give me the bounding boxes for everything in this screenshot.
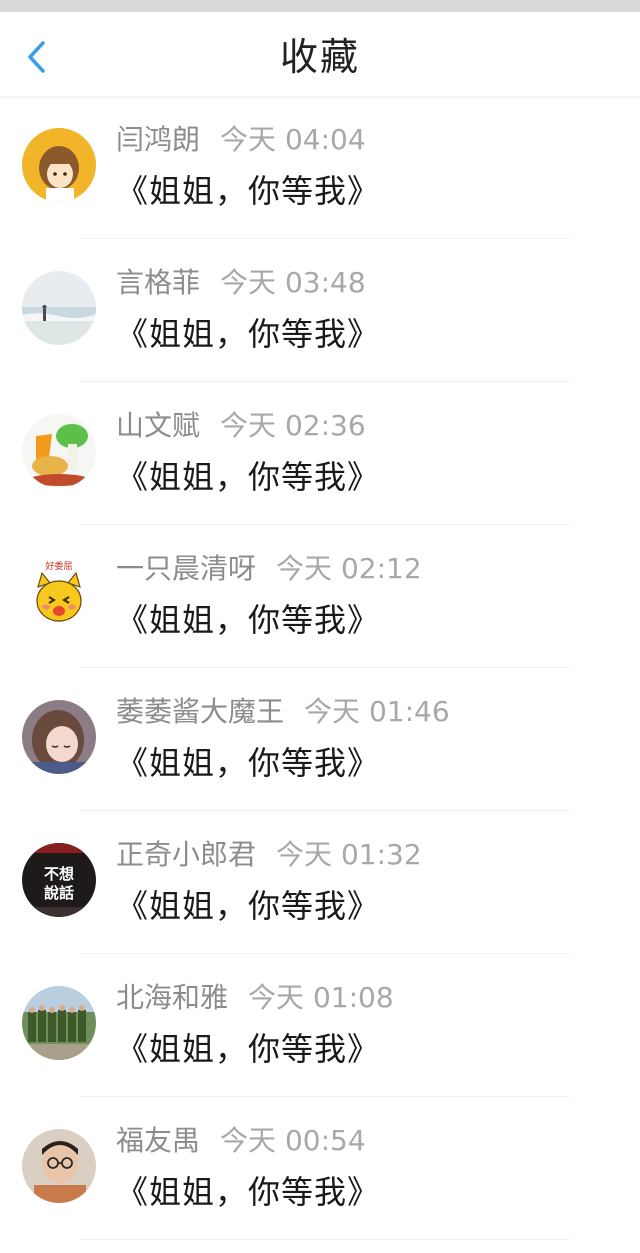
list-item[interactable]: 萎萎酱大魔王 今天 01:46 《姐姐，你等我》	[0, 668, 640, 811]
beach-photo-avatar[interactable]	[22, 271, 96, 345]
list-item[interactable]: 山文赋 今天 02:36 《姐姐，你等我》	[0, 382, 640, 525]
item-date: 今天	[276, 552, 333, 585]
cartoon-girl-avatar[interactable]	[22, 128, 96, 202]
item-time: 01:46	[368, 695, 450, 728]
item-meta: 正奇小郎君 今天 01:32	[116, 835, 422, 875]
item-meta: 一只晨清呀 今天 02:12	[116, 549, 422, 589]
item-date: 今天	[220, 266, 277, 299]
vegetables-avatar[interactable]	[22, 414, 96, 488]
item-date: 今天	[304, 695, 361, 728]
list-item[interactable]: 不想 說話 正奇小郎君 今天 01:32 《姐姐，你等我》	[0, 811, 640, 954]
item-meta: 言格菲 今天 03:48	[116, 263, 366, 303]
boy-photo-avatar[interactable]	[22, 1129, 96, 1203]
item-message: 《姐姐，你等我》	[116, 315, 381, 353]
item-username[interactable]: 正奇小郎君	[116, 838, 256, 871]
nav-header: 收藏	[0, 12, 640, 96]
anime-girl-avatar[interactable]	[22, 700, 96, 774]
item-username[interactable]: 言格菲	[116, 266, 200, 299]
list-item[interactable]: 言格菲 今天 03:48 《姐姐，你等我》	[0, 239, 640, 382]
item-time: 03:48	[284, 266, 366, 299]
status-strip	[0, 0, 640, 12]
item-date: 今天	[248, 981, 305, 1014]
item-message: 《姐姐，你等我》	[116, 172, 381, 210]
item-message: 《姐姐，你等我》	[116, 601, 381, 639]
item-meta: 萎萎酱大魔王 今天 01:46	[116, 692, 450, 732]
avatar-caption: 不想	[44, 865, 74, 883]
item-message: 《姐姐，你等我》	[116, 1173, 381, 1211]
item-username[interactable]: 闫鸿朗	[116, 123, 200, 156]
text-avatar[interactable]: 不想 說話	[22, 843, 96, 917]
divider	[80, 1239, 570, 1240]
list-item[interactable]: 闫鸿朗 今天 04:04 《姐姐，你等我》	[0, 96, 640, 239]
item-username[interactable]: 山文赋	[116, 409, 200, 442]
item-message: 《姐姐，你等我》	[116, 744, 381, 782]
item-message: 《姐姐，你等我》	[116, 887, 381, 925]
avatar-caption: 好委屈	[45, 560, 72, 572]
item-message: 《姐姐，你等我》	[116, 458, 381, 496]
item-time: 04:04	[284, 123, 366, 156]
item-username[interactable]: 北海和雅	[116, 981, 228, 1014]
item-meta: 山文赋 今天 02:36	[116, 406, 366, 446]
item-username[interactable]: 福友禺	[116, 1124, 200, 1157]
item-message: 《姐姐，你等我》	[116, 1030, 381, 1068]
list-item[interactable]: 好委屈 一只晨清呀 今天 02:12 《姐姐，你等我》	[0, 525, 640, 668]
item-date: 今天	[220, 123, 277, 156]
favorites-list: 闫鸿朗 今天 04:04 《姐姐，你等我》 言格菲 今天 03:48 《姐姐，你等我…	[0, 96, 640, 1240]
list-item[interactable]: 福友禺 今天 00:54 《姐姐，你等我》	[0, 1097, 640, 1240]
page-title: 收藏	[279, 35, 360, 79]
item-date: 今天	[276, 838, 333, 871]
yellow-cat-avatar[interactable]: 好委屈	[22, 557, 96, 631]
soldiers-photo-avatar[interactable]	[22, 986, 96, 1060]
item-time: 00:54	[284, 1124, 366, 1157]
item-meta: 福友禺 今天 00:54	[116, 1121, 366, 1161]
item-meta: 闫鸿朗 今天 04:04	[116, 120, 366, 160]
item-username[interactable]: 萎萎酱大魔王	[116, 695, 284, 728]
item-meta: 北海和雅 今天 01:08	[116, 978, 394, 1018]
item-time: 02:36	[284, 409, 366, 442]
item-username[interactable]: 一只晨清呀	[116, 552, 256, 585]
item-time: 01:32	[340, 838, 422, 871]
svg-text:說話: 說話	[44, 884, 74, 902]
item-date: 今天	[220, 409, 277, 442]
list-item[interactable]: 北海和雅 今天 01:08 《姐姐，你等我》	[0, 954, 640, 1097]
item-date: 今天	[220, 1124, 277, 1157]
item-time: 01:08	[312, 981, 394, 1014]
item-time: 02:12	[340, 552, 422, 585]
